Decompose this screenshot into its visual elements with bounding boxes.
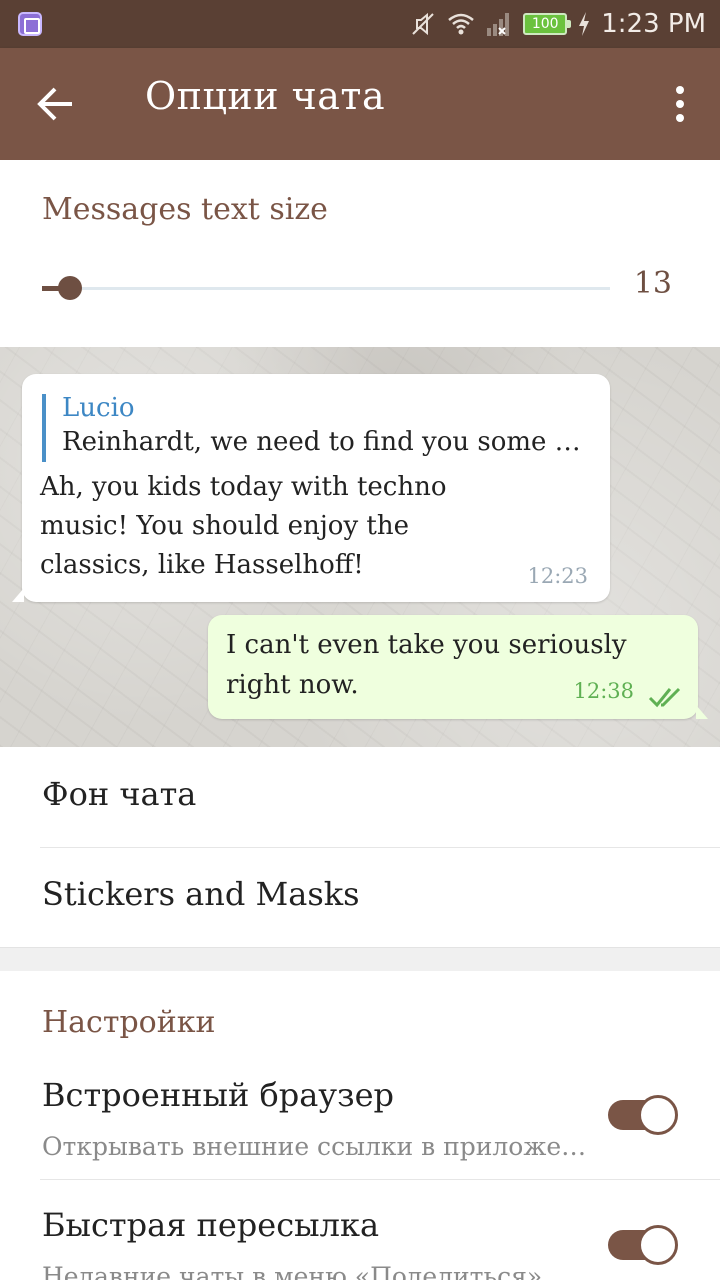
more-vert-icon [676, 86, 684, 94]
gallery-notification-icon [18, 12, 42, 36]
page-title: Опции чата [145, 74, 386, 118]
stickers-masks-row[interactable]: Stickers and Masks [0, 847, 720, 947]
chat-background-label: Фон чата [42, 775, 197, 813]
back-button[interactable] [28, 78, 84, 130]
chat-background-row[interactable]: Фон чата [0, 747, 720, 847]
slider-track [42, 287, 610, 290]
chat-preview: Lucio Reinhardt, we need to find you som… [0, 347, 720, 747]
divider [40, 1179, 720, 1180]
chat-options-list: Фон чата Stickers and Masks [0, 747, 720, 947]
in-app-browser-subtitle: Открывать внешние ссылки в приложен... [42, 1132, 587, 1161]
quick-forward-row[interactable]: Быстрая пересылка Недавние чаты в меню «… [0, 1206, 720, 1280]
settings-header: Настройки [42, 1005, 216, 1040]
outgoing-message-time: 12:38 [573, 679, 634, 703]
more-options-button[interactable] [660, 78, 700, 130]
charging-icon [579, 12, 590, 36]
text-size-section: Messages text size 13 [0, 160, 720, 347]
clock: 1:23 PM [601, 9, 706, 39]
slider-thumb[interactable] [58, 276, 83, 300]
outgoing-message-bubble: I can't even take you seriously right no… [208, 615, 708, 719]
incoming-message-bubble: Lucio Reinhardt, we need to find you som… [12, 374, 610, 602]
toggle-knob [638, 1225, 678, 1265]
toggle-knob [638, 1095, 678, 1135]
stickers-masks-label: Stickers and Masks [42, 875, 360, 913]
quick-forward-title: Быстрая пересылка [42, 1206, 380, 1244]
reply-quote: Lucio Reinhardt, we need to find you som… [42, 394, 592, 462]
reply-text: Reinhardt, we need to find you some n... [62, 427, 592, 457]
status-indicators: 100 1:23 PM [409, 8, 706, 40]
mute-icon [412, 12, 434, 36]
in-app-browser-title: Встроенный браузер [42, 1076, 394, 1114]
quick-forward-subtitle: Недавние чаты в меню «Поделиться» [42, 1262, 543, 1280]
text-size-slider[interactable] [42, 276, 610, 300]
text-size-value: 13 [633, 266, 672, 301]
wifi-icon [448, 13, 475, 35]
text-size-header: Messages text size [42, 192, 328, 227]
status-bar: 100 1:23 PM [0, 0, 720, 48]
quick-forward-toggle[interactable] [608, 1225, 678, 1265]
battery-icon: 100 [523, 13, 572, 35]
reply-sender-name: Lucio [62, 393, 135, 423]
settings-section: Настройки Встроенный браузер Открывать в… [0, 971, 720, 1280]
incoming-message-text: Ah, you kids today with techno music! Yo… [40, 472, 447, 580]
in-app-browser-toggle[interactable] [608, 1095, 678, 1135]
double-check-icon [648, 687, 681, 708]
signal-icon [487, 13, 510, 36]
in-app-browser-row[interactable]: Встроенный браузер Открывать внешние ссы… [0, 1076, 720, 1206]
app-bar: Опции чата [0, 48, 720, 160]
back-arrow-icon [37, 87, 72, 121]
incoming-message-time: 12:23 [527, 564, 588, 588]
section-divider [0, 947, 720, 971]
